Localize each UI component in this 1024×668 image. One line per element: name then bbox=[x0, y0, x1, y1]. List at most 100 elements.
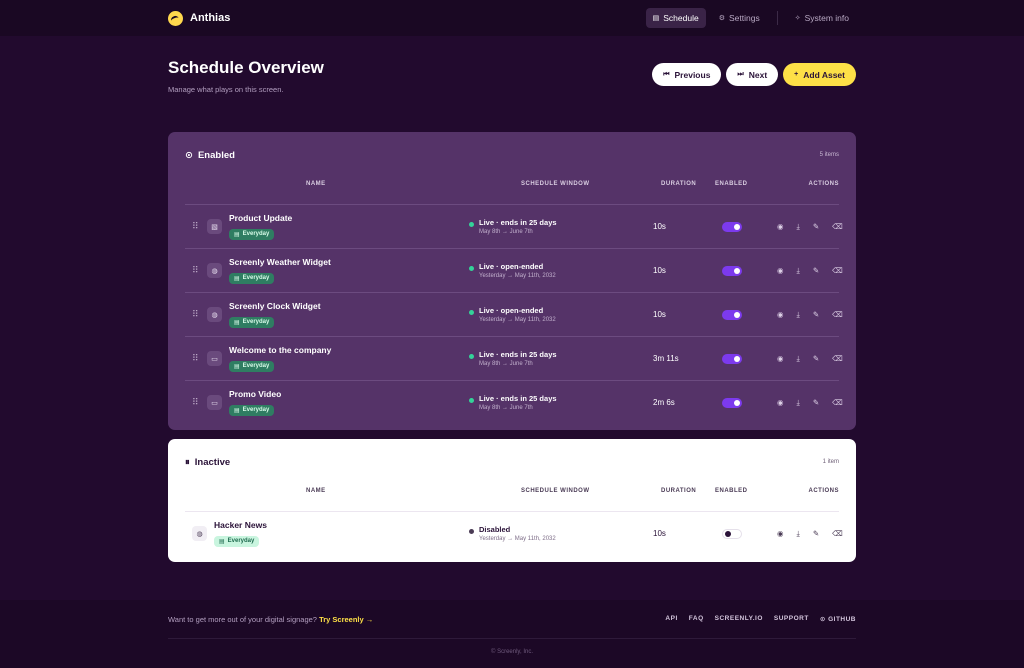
badge-label: Everyday bbox=[242, 319, 270, 325]
edit-pencil-icon[interactable]: ✎ bbox=[813, 266, 819, 276]
nav-system-info-label: System info bbox=[804, 13, 849, 23]
status-dot-icon bbox=[469, 222, 474, 227]
duration-value: 10s bbox=[653, 529, 666, 538]
asset-name[interactable]: Hacker News bbox=[214, 520, 267, 530]
table-row[interactable]: ⠿ ◍ Screenly Clock Widget ▤ Everyday Live · o… bbox=[185, 292, 843, 336]
enabled-cell bbox=[697, 528, 777, 539]
table-row[interactable]: ◍ Hacker News ▤ Everyday Disabled Yesterday →… bbox=[185, 511, 843, 555]
schedule-window-cell: Live · ends in 25 days May 8th → June 7th bbox=[457, 394, 627, 411]
enabled-cell bbox=[697, 265, 777, 276]
drag-handle-icon[interactable]: ⠿ bbox=[192, 221, 200, 232]
delete-trash-icon[interactable]: ⌫ bbox=[832, 310, 843, 320]
schedule-range: Yesterday → May 11th, 2032 bbox=[479, 317, 556, 323]
row-actions: ◉ ⤓ ✎ ⌫ bbox=[777, 529, 847, 539]
enabled-count: 5 items bbox=[819, 152, 839, 158]
preview-eye-icon[interactable]: ◉ bbox=[777, 310, 784, 320]
preview-eye-icon[interactable]: ◉ bbox=[777, 529, 784, 539]
table-row[interactable]: ⠿ ◍ Screenly Weather Widget ▤ Everyday Live ·… bbox=[185, 248, 843, 292]
column-actions: ACTIONS bbox=[808, 181, 839, 187]
calendar-icon: ▤ bbox=[234, 407, 240, 414]
delete-trash-icon[interactable]: ⌫ bbox=[832, 354, 843, 364]
asset-name[interactable]: Screenly Clock Widget bbox=[229, 301, 321, 311]
calendar-icon: ▤ bbox=[234, 275, 240, 282]
nav-schedule[interactable]: ▤ Schedule bbox=[645, 8, 706, 28]
download-icon[interactable]: ⤓ bbox=[797, 529, 800, 539]
previous-button[interactable]: ⏮ Previous bbox=[652, 63, 722, 86]
table-row[interactable]: ⠿ ▭ Promo Video ▤ Everyday Live · ends in 25 … bbox=[185, 380, 843, 424]
preview-eye-icon[interactable]: ◉ bbox=[777, 354, 784, 364]
drag-handle-icon[interactable]: ⠿ bbox=[192, 397, 200, 408]
column-window: SCHEDULE WINDOW bbox=[521, 488, 590, 494]
add-asset-button[interactable]: + Add Asset bbox=[783, 63, 856, 86]
status-dot-icon bbox=[469, 354, 474, 359]
asset-name[interactable]: Welcome to the company bbox=[229, 345, 331, 355]
brand[interactable]: Anthias bbox=[168, 10, 230, 26]
next-button[interactable]: ⏭ Next bbox=[726, 63, 779, 86]
copyright: © Screenly, Inc. bbox=[491, 649, 533, 655]
enabled-toggle[interactable] bbox=[722, 265, 742, 276]
try-screenly-link[interactable]: Try Screenly → bbox=[319, 615, 373, 624]
drag-handle-icon[interactable]: ⠿ bbox=[192, 265, 200, 276]
preview-eye-icon[interactable]: ◉ bbox=[777, 266, 784, 276]
table-row[interactable]: ⠿ ▧ Product Update ▤ Everyday Live · ends in … bbox=[185, 204, 843, 248]
enabled-cell bbox=[697, 353, 777, 364]
footer-link-github[interactable]: ⊙ GITHUB bbox=[820, 615, 856, 623]
drag-handle-icon[interactable]: ⠿ bbox=[192, 309, 200, 320]
inactive-table-header: NAME SCHEDULE WINDOW DURATION ENABLED AC… bbox=[185, 485, 839, 511]
footer-link-faq[interactable]: FAQ bbox=[689, 615, 704, 623]
delete-trash-icon[interactable]: ⌫ bbox=[832, 529, 843, 539]
github-icon: ⊙ bbox=[819, 616, 829, 623]
enabled-toggle[interactable] bbox=[722, 397, 742, 408]
image-icon: ▧ bbox=[207, 219, 222, 234]
preview-eye-icon[interactable]: ◉ bbox=[777, 222, 784, 232]
enabled-toggle[interactable] bbox=[722, 221, 742, 232]
anthias-logo-icon bbox=[168, 10, 183, 26]
badge-label: Everyday bbox=[242, 363, 270, 369]
page-title: Schedule Overview bbox=[168, 58, 324, 77]
nav-settings[interactable]: ⚙ Settings bbox=[712, 8, 767, 28]
schedule-badge: ▤ Everyday bbox=[229, 316, 275, 328]
enabled-toggle[interactable] bbox=[722, 528, 742, 539]
edit-pencil-icon[interactable]: ✎ bbox=[813, 222, 819, 232]
download-icon[interactable]: ⤓ bbox=[797, 398, 800, 408]
nav-system-info[interactable]: ✧ System info bbox=[788, 8, 856, 28]
footer-link-api[interactable]: API bbox=[665, 615, 677, 623]
table-row[interactable]: ⠿ ▭ Welcome to the company ▤ Everyday Live · … bbox=[185, 336, 843, 380]
download-icon[interactable]: ⤓ bbox=[797, 222, 800, 232]
globe-icon: ◍ bbox=[192, 526, 207, 541]
delete-trash-icon[interactable]: ⌫ bbox=[832, 222, 843, 232]
inactive-section: ⏸ Inactive 1 item NAME SCHEDULE WINDOW D… bbox=[168, 439, 856, 562]
footer-link-github-label: GITHUB bbox=[828, 616, 856, 623]
enabled-section-title: Enabled bbox=[197, 149, 235, 161]
schedule-badge: ▤ Everyday bbox=[229, 360, 275, 372]
delete-trash-icon[interactable]: ⌫ bbox=[832, 398, 843, 408]
edit-pencil-icon[interactable]: ✎ bbox=[813, 354, 819, 364]
drag-handle-icon[interactable]: ⠿ bbox=[192, 353, 200, 364]
download-icon[interactable]: ⤓ bbox=[797, 266, 800, 276]
edit-pencil-icon[interactable]: ✎ bbox=[813, 529, 819, 539]
enabled-rows: ⠿ ▧ Product Update ▤ Everyday Live · ends in … bbox=[185, 204, 843, 424]
column-actions: ACTIONS bbox=[808, 488, 839, 494]
schedule-badge: ▤ Everyday bbox=[229, 272, 275, 284]
footer-link-support[interactable]: SUPPORT bbox=[774, 615, 809, 623]
enabled-toggle[interactable] bbox=[722, 353, 742, 364]
badge-label: Everyday bbox=[242, 275, 270, 281]
schedule-window-cell: Live · ends in 25 days May 8th → June 7th bbox=[457, 218, 627, 235]
asset-name-cell: ◍ Hacker News ▤ Everyday bbox=[185, 520, 457, 548]
edit-pencil-icon[interactable]: ✎ bbox=[813, 310, 819, 320]
enabled-toggle[interactable] bbox=[722, 309, 742, 320]
download-icon[interactable]: ⤓ bbox=[797, 354, 800, 364]
asset-name[interactable]: Product Update bbox=[229, 213, 292, 223]
enabled-cell bbox=[697, 397, 777, 408]
asset-name[interactable]: Promo Video bbox=[229, 389, 281, 399]
column-duration: DURATION bbox=[661, 181, 697, 187]
badge-label: Everyday bbox=[242, 407, 270, 413]
delete-trash-icon[interactable]: ⌫ bbox=[832, 266, 843, 276]
nav-divider bbox=[776, 11, 778, 25]
preview-eye-icon[interactable]: ◉ bbox=[777, 398, 784, 408]
edit-pencil-icon[interactable]: ✎ bbox=[813, 398, 819, 408]
footer-link-screenly[interactable]: SCREENLY.IO bbox=[715, 615, 763, 623]
main-nav: ▤ Schedule ⚙ Settings ✧ System info bbox=[645, 8, 856, 28]
asset-name[interactable]: Screenly Weather Widget bbox=[229, 257, 331, 267]
download-icon[interactable]: ⤓ bbox=[797, 310, 800, 320]
